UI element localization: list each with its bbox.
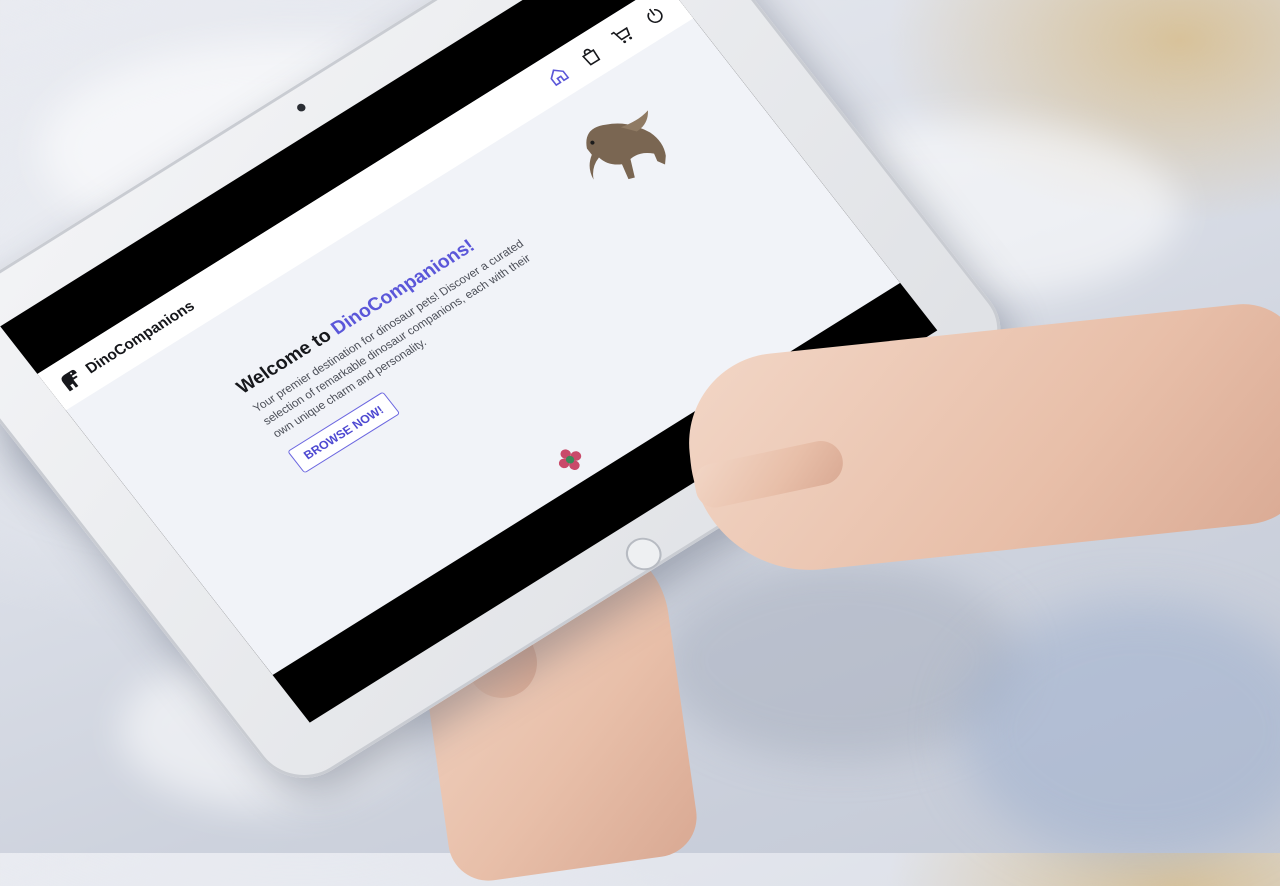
home-icon	[550, 69, 570, 87]
nav-logout-button[interactable]	[638, 1, 670, 30]
nav-shop-button[interactable]	[574, 41, 606, 70]
cart-icon	[610, 26, 633, 44]
dinosaur-logo-icon	[61, 369, 79, 392]
brand-logo-link[interactable]: DinoCompanions	[55, 295, 199, 394]
flower-icon[interactable]	[551, 442, 589, 476]
device-home-button[interactable]	[618, 531, 669, 577]
nav-cart-button[interactable]	[606, 21, 638, 50]
shopping-bag-icon	[581, 48, 601, 66]
camera	[295, 102, 308, 113]
web-page: DinoCompanions Welcome to DinoCompanions…	[37, 0, 901, 676]
nav-home-button[interactable]	[542, 61, 574, 90]
sheet-shadow	[660, 560, 1020, 760]
brand-name: DinoCompanions	[81, 297, 198, 377]
nav-icons	[542, 1, 671, 91]
logout-icon	[647, 8, 663, 23]
sheet-blue-area	[960, 600, 1280, 860]
